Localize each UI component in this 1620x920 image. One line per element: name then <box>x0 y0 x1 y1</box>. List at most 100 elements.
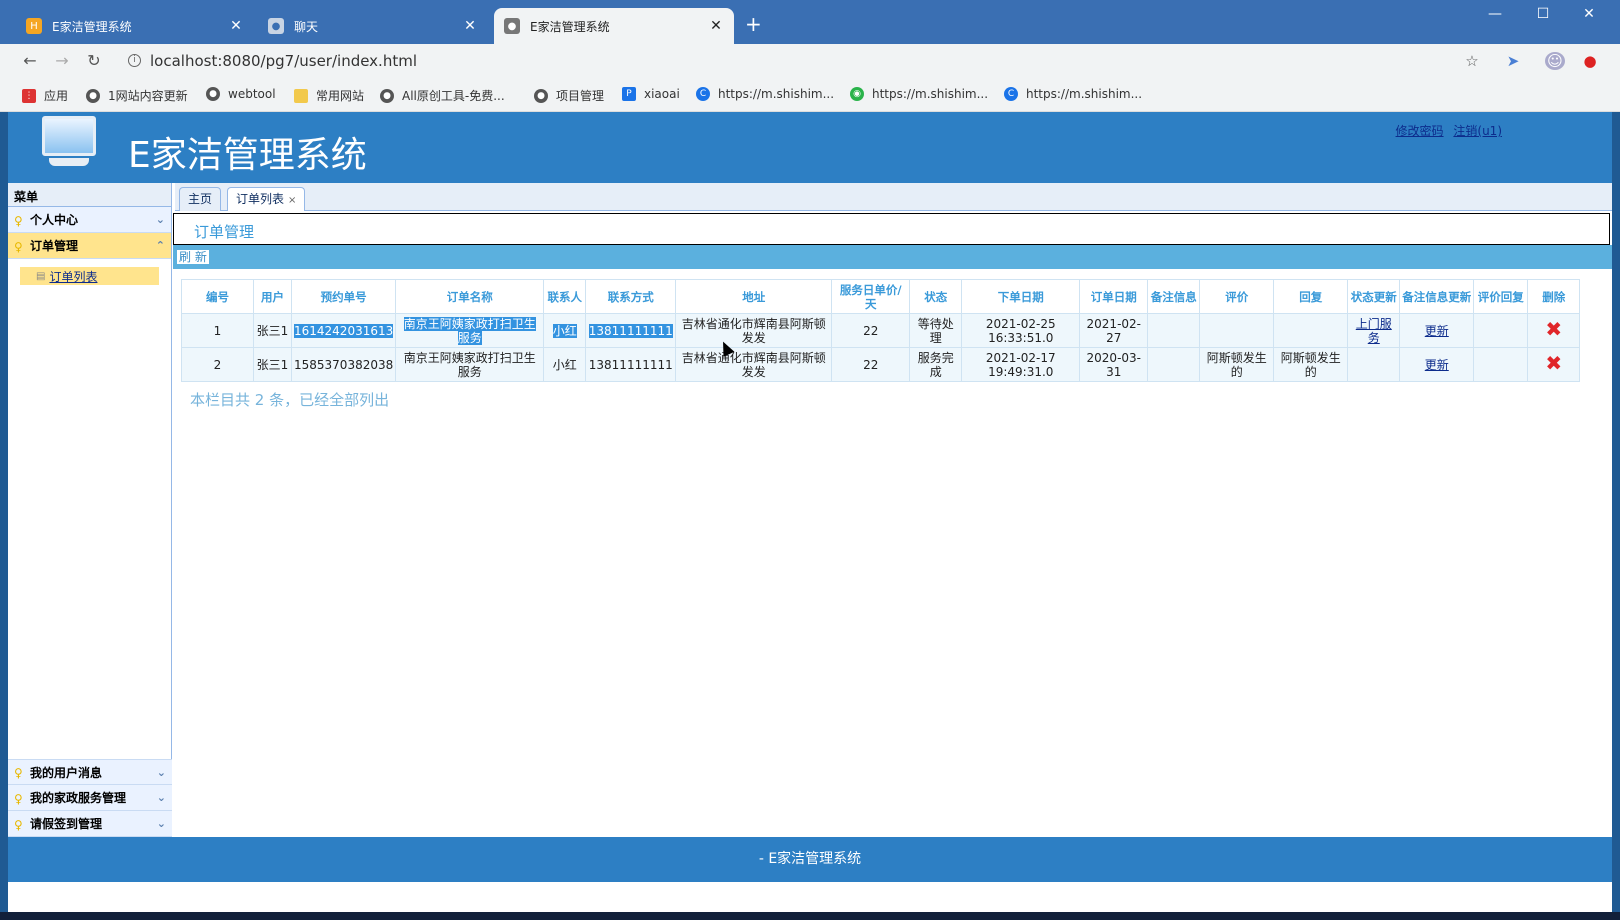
sidebar-item-order-list[interactable]: ▤ 订单列表 <box>20 267 159 285</box>
bookmark-item[interactable]: ● 项目管理 <box>534 87 604 104</box>
cell-user: 张三1 <box>253 347 292 382</box>
extension-icon[interactable]: ➤ <box>1503 52 1523 70</box>
avatar[interactable]: ☺ <box>1545 52 1565 70</box>
status-update-link[interactable]: 上门服务 <box>1356 317 1392 345</box>
star-icon[interactable]: ☆ <box>1462 52 1482 70</box>
close-tab-icon[interactable]: ✕ <box>462 18 478 34</box>
column-header: 订单日期 <box>1079 279 1149 314</box>
bookmark-item[interactable]: ● 1网站内容更新 <box>86 87 188 104</box>
cell-review-reply <box>1473 347 1529 382</box>
content-tabs: 主页 订单列表 × <box>175 183 1612 211</box>
remark-update-link[interactable]: 更新 <box>1425 358 1449 372</box>
folder-icon <box>294 88 308 103</box>
app-page: E家洁管理系统 修改密码 注销(u1) 菜单 ♀ 个人中心 ⌄ ♀ 订单管理 ⌃… <box>8 112 1612 912</box>
refresh-button[interactable]: 刷 新 <box>177 250 209 264</box>
cell-review-reply <box>1473 313 1529 348</box>
lightbulb-icon: ♀ <box>14 791 23 806</box>
close-tab-icon[interactable]: ✕ <box>708 18 724 34</box>
info-icon[interactable]: i <box>128 54 141 67</box>
sidebar-section-leave[interactable]: ♀ 请假签到管理 ⌄ <box>8 811 172 837</box>
browser-tab-1[interactable]: H E家洁管理系统 ✕ <box>16 8 254 44</box>
column-header: 地址 <box>675 279 833 314</box>
bookmark-item[interactable]: Chttps://m.shishim... <box>1004 87 1142 101</box>
close-tab-icon[interactable]: ✕ <box>228 18 244 34</box>
cell-remark <box>1147 347 1201 382</box>
delete-icon[interactable]: ✖ <box>1545 351 1562 375</box>
close-window-icon[interactable]: ✕ <box>1574 6 1604 22</box>
logout-link[interactable]: 注销(u1) <box>1453 124 1502 138</box>
bookmark-item[interactable]: ● webtool <box>206 87 276 101</box>
sidebar-section-messages[interactable]: ♀ 我的用户消息 ⌄ <box>8 759 172 785</box>
table-row[interactable]: 1 张三1 1614242031613 南京王阿姨家政打扫卫生服务 小红 138… <box>181 313 1581 348</box>
tab-home[interactable]: 主页 <box>179 187 222 211</box>
column-header: 用户 <box>253 279 292 314</box>
p-icon: P <box>622 87 636 101</box>
sidebar-section-services[interactable]: ♀ 我的家政服务管理 ⌄ <box>8 785 172 811</box>
column-header: 删除 <box>1527 279 1581 314</box>
bookmark-item[interactable]: Chttps://m.shishim... <box>696 87 834 101</box>
lightbulb-icon: ♀ <box>14 239 23 254</box>
app-header: E家洁管理系统 修改密码 注销(u1) <box>8 112 1612 183</box>
cell-remark <box>1147 313 1201 348</box>
browser-tab-3[interactable]: ● E家洁管理系统 ✕ <box>494 8 734 44</box>
update-icon[interactable]: ● <box>1580 52 1600 70</box>
globe-icon: ● <box>534 88 548 103</box>
cell-remark-update: 更新 <box>1399 347 1475 382</box>
browser-tab-2[interactable]: ● 聊天 ✕ <box>258 8 488 44</box>
column-header: 状态 <box>909 279 963 314</box>
back-icon[interactable]: ← <box>20 51 40 70</box>
sidebar-section-personal[interactable]: ♀ 个人中心 ⌄ <box>8 207 171 233</box>
globe-icon: ● <box>380 88 394 103</box>
bookmark-folder[interactable]: 常用网站 <box>294 87 364 104</box>
globe-icon: ● <box>86 88 100 103</box>
cell-name: 南京王阿姨家政打扫卫生服务 <box>395 347 545 382</box>
tab-order-list[interactable]: 订单列表 × <box>227 187 306 211</box>
cell-reply <box>1273 313 1349 348</box>
cell-price: 22 <box>831 347 911 382</box>
cell-id: 2 <box>181 347 254 382</box>
column-header: 评价 <box>1199 279 1275 314</box>
app-footer: - E家洁管理系统 <box>8 837 1612 882</box>
app-title: E家洁管理系统 <box>128 135 367 176</box>
bookmark-item[interactable]: ◉ https://m.shishim... <box>850 87 988 101</box>
change-password-link[interactable]: 修改密码 <box>1396 124 1444 138</box>
address-bar: ← → ↻ i localhost:8080/pg7/user/index.ht… <box>0 44 1620 78</box>
cell-status: 服务完成 <box>909 347 963 382</box>
reload-icon[interactable]: ↻ <box>84 51 104 70</box>
c-icon: C <box>1004 87 1018 101</box>
cell-status-update: 上门服务 <box>1347 313 1401 348</box>
cell-price: 22 <box>831 313 911 348</box>
cell-remark-update: 更新 <box>1399 313 1475 348</box>
chevron-down-icon: ⌄ <box>156 765 166 779</box>
bookmark-item[interactable]: Pxiaoai <box>622 87 680 101</box>
delete-icon[interactable]: ✖ <box>1545 317 1562 341</box>
table-summary: 本栏目共 2 条，已经全部列出 <box>190 391 390 409</box>
forward-icon[interactable]: → <box>52 51 72 70</box>
maximize-icon[interactable]: ☐ <box>1528 6 1558 22</box>
table-header-row: 编号 用户 预约单号 订单名称 联系人 联系方式 地址 服务日单价/天 状态 下… <box>181 279 1581 314</box>
column-header: 备注信息 <box>1147 279 1201 314</box>
top-links: 修改密码 注销(u1) <box>1390 122 1502 139</box>
os-taskbar <box>0 912 1620 920</box>
remark-update-link[interactable]: 更新 <box>1425 324 1449 338</box>
sidebar-section-orders[interactable]: ♀ 订单管理 ⌃ <box>8 233 171 259</box>
new-tab-button[interactable]: + <box>745 12 762 36</box>
cell-order-date: 2020-03-31 <box>1079 347 1149 382</box>
bookmark-item[interactable]: ● All原创工具-免费... <box>380 87 505 104</box>
cell-phone: 13811111111 <box>585 313 677 348</box>
grid-toolbar: 刷 新 <box>173 245 1612 269</box>
minimize-icon[interactable]: — <box>1480 6 1510 22</box>
table-row[interactable]: 2 张三1 1585370382038 南京王阿姨家政打扫卫生服务 小红 138… <box>181 347 1581 382</box>
main-content: 主页 订单列表 × 订单管理 刷 新 编号 用户 预约单号 订单名称 联系人 联系… <box>173 183 1612 837</box>
cell-delete: ✖ <box>1527 313 1581 348</box>
close-icon[interactable]: × <box>288 195 296 206</box>
cell-review: 阿斯顿发生的 <box>1199 347 1275 382</box>
bookmark-apps[interactable]: ⋮ 应用 <box>22 87 68 104</box>
column-header: 联系方式 <box>585 279 677 314</box>
orders-table: 编号 用户 预约单号 订单名称 联系人 联系方式 地址 服务日单价/天 状态 下… <box>181 279 1581 382</box>
lightbulb-icon: ♀ <box>14 766 23 780</box>
url-input[interactable]: localhost:8080/pg7/user/index.html <box>150 52 417 70</box>
cell-address: 吉林省通化市辉南县阿斯顿发发 <box>675 313 833 348</box>
cell-contact: 小红 <box>543 347 587 382</box>
column-header: 回复 <box>1273 279 1349 314</box>
